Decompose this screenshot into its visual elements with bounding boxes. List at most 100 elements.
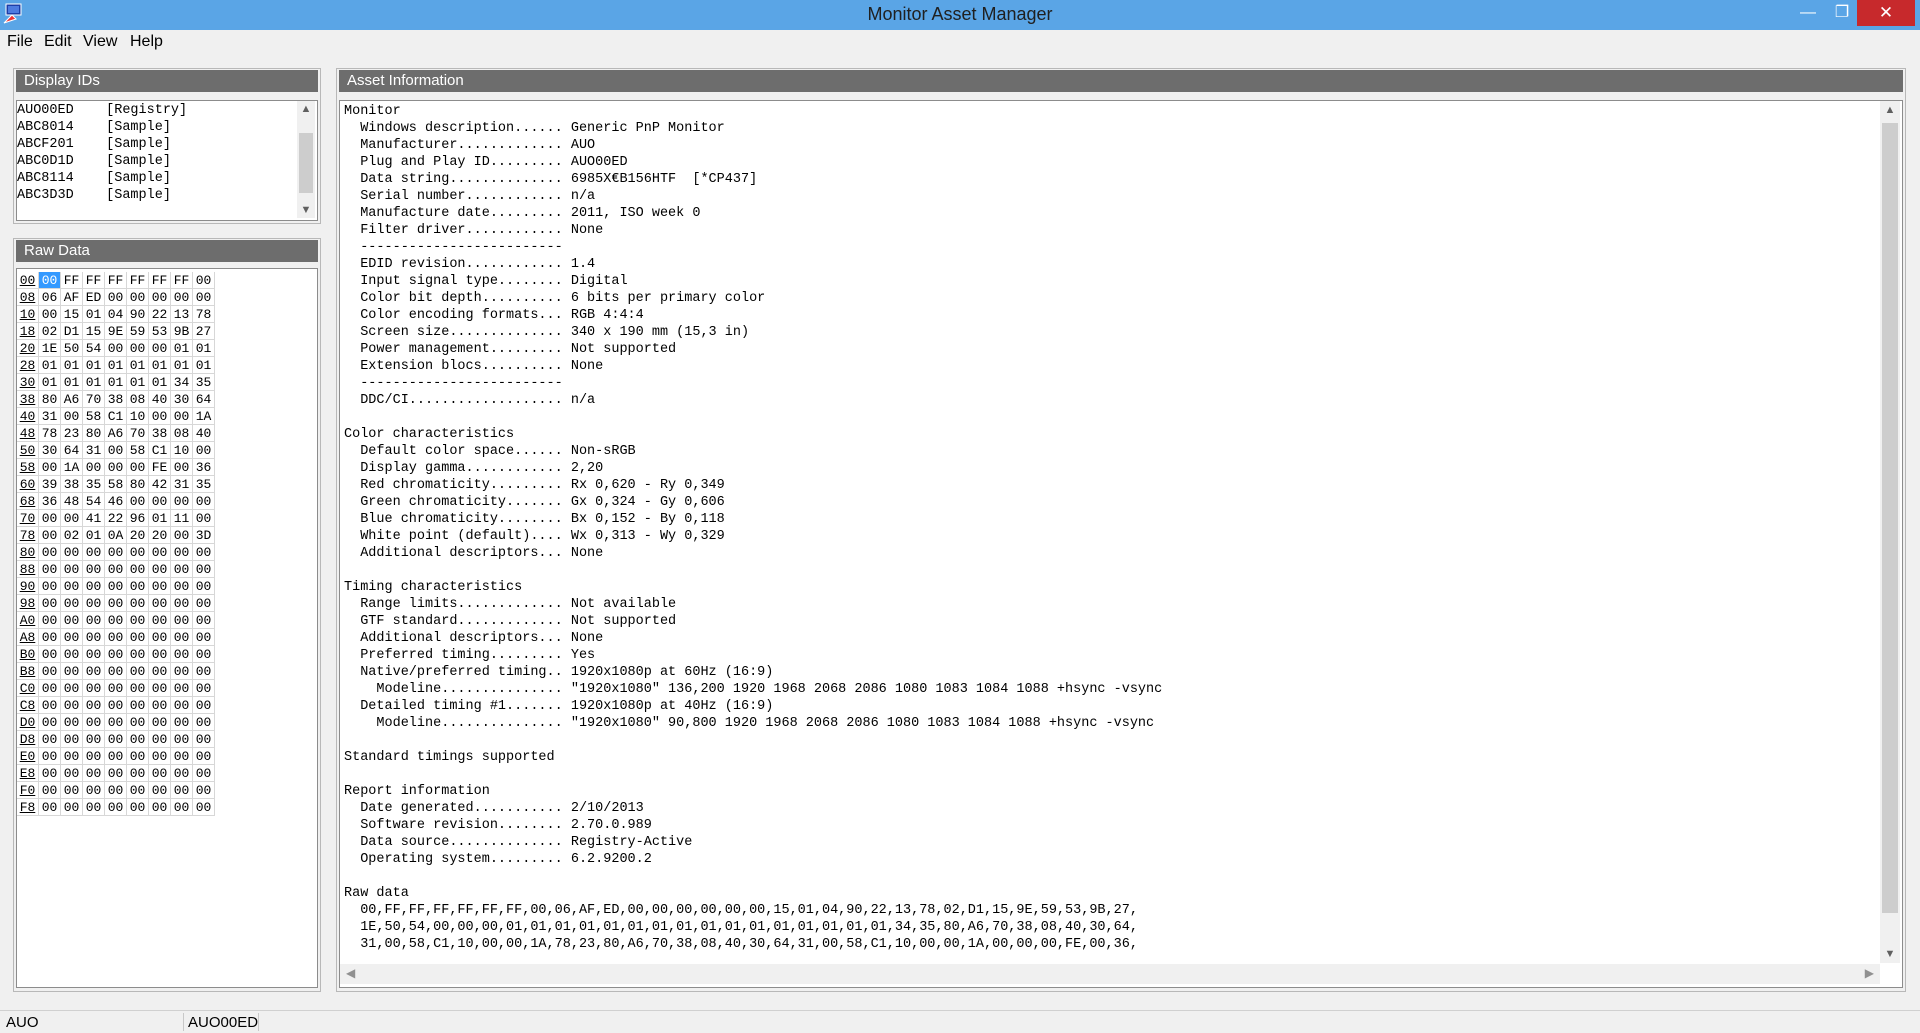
raw-data-byte[interactable]: 00 — [61, 697, 83, 714]
raw-data-byte[interactable]: 10 — [127, 408, 149, 425]
raw-data-byte[interactable]: 15 — [83, 323, 105, 340]
raw-data-byte[interactable]: 46 — [105, 493, 127, 510]
raw-data-byte[interactable]: 00 — [39, 510, 61, 527]
raw-data-byte[interactable]: 00 — [39, 595, 61, 612]
raw-data-byte[interactable]: 00 — [127, 612, 149, 629]
raw-data-byte[interactable]: 00 — [83, 782, 105, 799]
raw-data-byte[interactable]: 00 — [193, 731, 215, 748]
raw-data-byte[interactable]: 00 — [193, 799, 215, 816]
raw-data-byte[interactable]: 00 — [61, 799, 83, 816]
raw-data-byte[interactable]: 34 — [171, 374, 193, 391]
raw-data-byte[interactable]: 00 — [105, 340, 127, 357]
raw-data-byte[interactable]: 15 — [61, 306, 83, 323]
raw-data-byte[interactable]: 00 — [193, 663, 215, 680]
raw-data-byte[interactable]: 54 — [83, 493, 105, 510]
raw-data-byte[interactable]: 00 — [61, 561, 83, 578]
raw-data-byte[interactable]: 1A — [61, 459, 83, 476]
raw-data-byte[interactable]: 02 — [39, 323, 61, 340]
raw-data-byte[interactable]: FF — [105, 272, 127, 289]
raw-data-byte[interactable]: FE — [149, 459, 171, 476]
raw-data-byte[interactable]: 00 — [39, 714, 61, 731]
raw-data-byte[interactable]: 00 — [127, 782, 149, 799]
raw-data-byte[interactable]: FF — [171, 272, 193, 289]
raw-data-byte[interactable]: 00 — [171, 595, 193, 612]
raw-data-byte[interactable]: 00 — [61, 663, 83, 680]
raw-data-byte[interactable]: 31 — [171, 476, 193, 493]
raw-data-byte[interactable]: 00 — [83, 595, 105, 612]
raw-data-byte[interactable]: 00 — [39, 799, 61, 816]
raw-data-byte[interactable]: 00 — [193, 782, 215, 799]
raw-data-byte[interactable]: 00 — [149, 544, 171, 561]
raw-data-byte[interactable]: 00 — [127, 714, 149, 731]
menu-file[interactable]: File — [7, 33, 33, 51]
raw-data-byte[interactable]: 00 — [39, 272, 61, 289]
raw-data-byte[interactable]: 30 — [171, 391, 193, 408]
raw-data-byte[interactable]: 00 — [39, 731, 61, 748]
raw-data-byte[interactable]: 54 — [83, 340, 105, 357]
raw-data-byte[interactable]: 00 — [149, 748, 171, 765]
raw-data-byte[interactable]: 00 — [61, 595, 83, 612]
raw-data-byte[interactable]: 00 — [171, 782, 193, 799]
raw-data-byte[interactable]: 00 — [83, 578, 105, 595]
raw-data-byte[interactable]: 00 — [83, 799, 105, 816]
raw-data-byte[interactable]: 00 — [149, 629, 171, 646]
raw-data-byte[interactable]: 00 — [83, 697, 105, 714]
raw-data-byte[interactable]: 00 — [83, 459, 105, 476]
raw-data-byte[interactable]: 00 — [105, 680, 127, 697]
raw-data-byte[interactable]: 00 — [171, 544, 193, 561]
raw-data-byte[interactable]: 00 — [39, 782, 61, 799]
raw-data-byte[interactable]: 00 — [193, 765, 215, 782]
raw-data-byte[interactable]: 00 — [171, 748, 193, 765]
raw-data-byte[interactable]: 00 — [83, 680, 105, 697]
raw-data-byte[interactable]: 00 — [105, 765, 127, 782]
raw-data-byte[interactable]: 04 — [105, 306, 127, 323]
raw-data-byte[interactable]: 01 — [127, 357, 149, 374]
raw-data-byte[interactable]: 00 — [149, 714, 171, 731]
raw-data-byte[interactable]: 00 — [39, 748, 61, 765]
list-item[interactable]: ABCF201 [Sample] — [17, 136, 295, 153]
raw-data-byte[interactable]: 01 — [149, 357, 171, 374]
raw-data-byte[interactable]: C1 — [149, 442, 171, 459]
raw-data-byte[interactable]: 00 — [193, 578, 215, 595]
raw-data-byte[interactable]: 00 — [171, 714, 193, 731]
raw-data-byte[interactable]: 01 — [171, 357, 193, 374]
display-ids-scrollbar[interactable]: ▲ ▼ — [297, 101, 315, 218]
raw-data-byte[interactable]: 00 — [193, 561, 215, 578]
raw-data-byte[interactable]: 41 — [83, 510, 105, 527]
asset-horizontal-scrollbar[interactable]: ◀ ▶ — [340, 964, 1880, 984]
raw-data-byte[interactable]: 00 — [171, 493, 193, 510]
raw-data-byte[interactable]: 01 — [61, 357, 83, 374]
raw-data-byte[interactable]: 00 — [39, 306, 61, 323]
list-item[interactable]: ABC3D3D [Sample] — [17, 187, 295, 204]
raw-data-byte[interactable]: 00 — [39, 646, 61, 663]
raw-data-byte[interactable]: 00 — [149, 595, 171, 612]
raw-data-byte[interactable]: D1 — [61, 323, 83, 340]
raw-data-byte[interactable]: 22 — [105, 510, 127, 527]
raw-data-byte[interactable]: 39 — [39, 476, 61, 493]
raw-data-byte[interactable]: 00 — [171, 578, 193, 595]
raw-data-byte[interactable]: 00 — [61, 680, 83, 697]
raw-data-byte[interactable]: 00 — [61, 578, 83, 595]
raw-data-byte[interactable]: 00 — [83, 714, 105, 731]
raw-data-byte[interactable]: 59 — [127, 323, 149, 340]
raw-data-byte[interactable]: 00 — [171, 408, 193, 425]
menu-view[interactable]: View — [83, 33, 117, 51]
scroll-down-icon[interactable]: ▼ — [297, 204, 315, 216]
raw-data-byte[interactable]: 01 — [193, 340, 215, 357]
raw-data-byte[interactable]: ED — [83, 289, 105, 306]
raw-data-byte[interactable]: 00 — [127, 595, 149, 612]
raw-data-byte[interactable]: 00 — [61, 544, 83, 561]
raw-data-byte[interactable]: 00 — [193, 629, 215, 646]
raw-data-byte[interactable]: 38 — [149, 425, 171, 442]
raw-data-byte[interactable]: 00 — [39, 663, 61, 680]
raw-data-byte[interactable]: 10 — [171, 442, 193, 459]
raw-data-byte[interactable]: 00 — [193, 748, 215, 765]
raw-data-byte[interactable]: 01 — [83, 357, 105, 374]
raw-data-byte[interactable]: 00 — [171, 765, 193, 782]
raw-data-byte[interactable]: 01 — [193, 357, 215, 374]
raw-data-byte[interactable]: 06 — [39, 289, 61, 306]
scroll-left-icon[interactable]: ◀ — [346, 966, 355, 980]
raw-data-byte[interactable]: 01 — [83, 306, 105, 323]
raw-data-byte[interactable]: 00 — [61, 748, 83, 765]
raw-data-byte[interactable]: 35 — [193, 476, 215, 493]
